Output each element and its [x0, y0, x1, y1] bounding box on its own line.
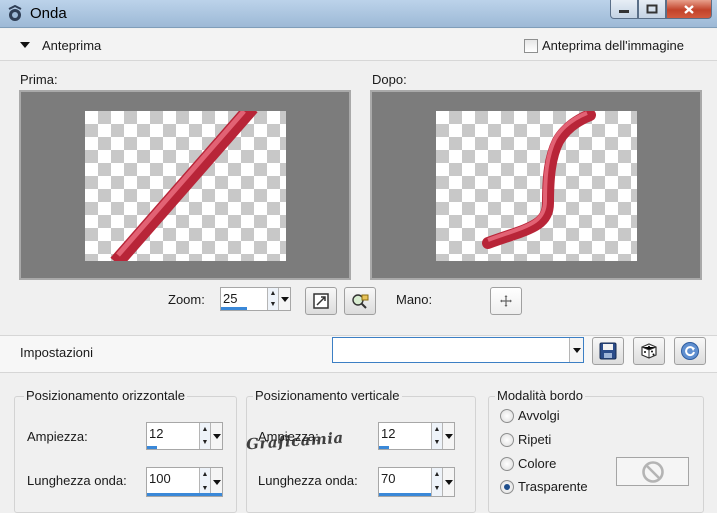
- zoom-spinner-arrows[interactable]: ▲ ▼: [267, 288, 278, 310]
- maximize-button[interactable]: [638, 0, 666, 19]
- vertical-wavelength-label: Lunghezza onda:: [258, 473, 358, 488]
- vertical-wavelength-bar[interactable]: [379, 493, 431, 496]
- color-radio[interactable]: [500, 456, 514, 471]
- horizontal-wavelength-bar[interactable]: [147, 493, 222, 496]
- color-label: Colore: [518, 456, 557, 471]
- image-preview-checkbox[interactable]: [524, 38, 538, 53]
- preset-dropdown[interactable]: [569, 338, 583, 362]
- after-stroke: [482, 111, 596, 249]
- pan-button[interactable]: [490, 287, 522, 315]
- chevron-down-icon: [212, 479, 221, 485]
- after-preview-panel[interactable]: [370, 90, 702, 280]
- pan-icon: [500, 295, 512, 307]
- zoom-preview-button[interactable]: [344, 287, 376, 315]
- wrap-radio[interactable]: [500, 408, 514, 423]
- after-preview-image: [436, 111, 637, 261]
- chevron-down-icon: [212, 433, 221, 439]
- horizontal-wavelength-spinner[interactable]: 100 ▲ ▼: [146, 467, 223, 497]
- horizontal-wavelength-value[interactable]: 100: [149, 471, 171, 486]
- before-preview-panel[interactable]: [19, 90, 351, 280]
- title-bar: Onda: [0, 0, 717, 28]
- edge-option-wrap[interactable]: Avvolgi: [500, 408, 560, 423]
- reset-icon: [681, 342, 699, 360]
- horizontal-amplitude-arrows[interactable]: ▲ ▼: [199, 423, 210, 449]
- zoom-label: Zoom:: [168, 292, 205, 307]
- chevron-down-icon: [444, 479, 453, 485]
- vertical-wavelength-value[interactable]: 70: [381, 471, 395, 486]
- image-preview-toggle[interactable]: Anteprima dell'immagine: [524, 38, 684, 53]
- pan-label: Mano:: [396, 292, 433, 307]
- preview-header-label: Anteprima: [42, 38, 102, 53]
- horizontal-wavelength-arrows[interactable]: ▲ ▼: [199, 468, 210, 496]
- edge-option-transparent[interactable]: Trasparente: [500, 479, 588, 494]
- zoom-fit-button[interactable]: [305, 287, 337, 315]
- vertical-amplitude-spinner[interactable]: 12 ▲ ▼: [378, 422, 455, 450]
- preview-section-header[interactable]: Anteprima Anteprima dell'immagine: [0, 29, 717, 61]
- vertical-amplitude-dropdown[interactable]: [442, 423, 454, 449]
- repeat-radio[interactable]: [500, 432, 514, 447]
- minimize-button[interactable]: [610, 0, 638, 19]
- horizontal-wavelength-dropdown[interactable]: [210, 468, 222, 496]
- vertical-wavelength-dropdown[interactable]: [442, 468, 454, 496]
- edge-option-color[interactable]: Colore: [500, 456, 556, 471]
- maximize-icon: [646, 4, 658, 14]
- vertical-amplitude-value[interactable]: 12: [381, 426, 395, 441]
- save-preset-button[interactable]: [592, 337, 624, 365]
- chevron-down-icon: [572, 347, 581, 353]
- horizontal-wavelength-label: Lunghezza onda:: [27, 473, 127, 488]
- before-preview-image: [85, 111, 286, 261]
- transparent-label: Trasparente: [518, 479, 588, 494]
- before-label: Prima:: [20, 72, 58, 87]
- chevron-down-icon: [444, 433, 453, 439]
- edge-option-repeat[interactable]: Ripeti: [500, 432, 551, 447]
- preset-combobox[interactable]: [332, 337, 584, 363]
- zoom-spinner[interactable]: 25 ▲ ▼: [220, 287, 291, 311]
- vertical-group-title: Posizionamento verticale: [253, 388, 402, 403]
- zoom-slider-bar[interactable]: [221, 307, 247, 310]
- collapse-arrow-icon[interactable]: [20, 42, 30, 48]
- horizontal-amplitude-dropdown[interactable]: [210, 423, 222, 449]
- randomize-icon: [641, 343, 657, 359]
- settings-label: Impostazioni: [20, 345, 93, 360]
- chevron-down-icon: [280, 296, 289, 302]
- before-stroke: [110, 111, 258, 261]
- randomize-button[interactable]: [633, 337, 665, 365]
- disabled-color-icon: [641, 460, 664, 483]
- app-icon: [8, 5, 22, 21]
- close-icon: [684, 4, 694, 14]
- zoom-fit-icon: [313, 293, 329, 309]
- reset-button[interactable]: [674, 337, 706, 365]
- window-title: Onda: [30, 5, 67, 22]
- edge-mode-title: Modalità bordo: [495, 388, 585, 403]
- zoom-value[interactable]: 25: [223, 291, 237, 306]
- transparent-radio[interactable]: [500, 479, 514, 494]
- vertical-wavelength-arrows[interactable]: ▲ ▼: [431, 468, 442, 496]
- close-button[interactable]: [666, 0, 712, 19]
- wrap-label: Avvolgi: [518, 408, 560, 423]
- vertical-amplitude-bar[interactable]: [379, 446, 389, 449]
- vertical-wavelength-spinner[interactable]: 70 ▲ ▼: [378, 467, 455, 497]
- image-preview-label: Anteprima dell'immagine: [542, 38, 684, 53]
- zoom-preview-icon: [352, 294, 369, 309]
- horizontal-amplitude-label: Ampiezza:: [27, 429, 88, 444]
- minimize-icon: [619, 10, 629, 13]
- horizontal-amplitude-bar[interactable]: [147, 446, 157, 449]
- repeat-label: Ripeti: [518, 432, 552, 447]
- edge-color-swatch[interactable]: [616, 457, 689, 486]
- horizontal-group-title: Posizionamento orizzontale: [24, 388, 187, 403]
- horizontal-amplitude-value[interactable]: 12: [149, 426, 163, 441]
- after-label: Dopo:: [372, 72, 407, 87]
- horizontal-amplitude-spinner[interactable]: 12 ▲ ▼: [146, 422, 223, 450]
- save-preset-icon: [599, 342, 617, 360]
- zoom-dropdown[interactable]: [278, 288, 290, 310]
- vertical-amplitude-arrows[interactable]: ▲ ▼: [431, 423, 442, 449]
